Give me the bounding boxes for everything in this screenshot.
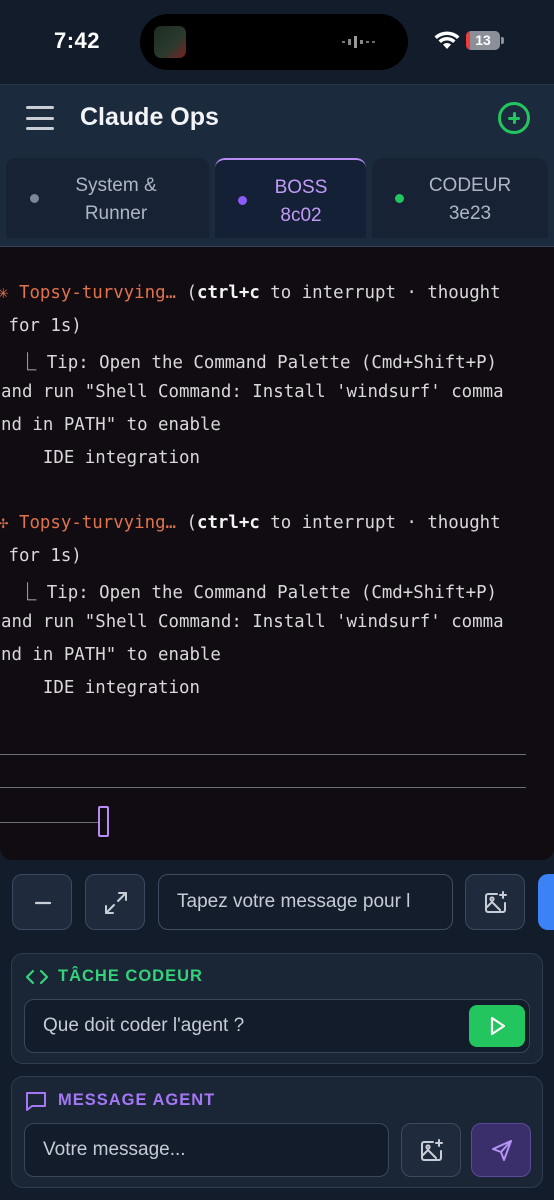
tab-label: CODEUR 3e23 (428, 175, 512, 224)
hamburger-menu-icon[interactable] (26, 105, 54, 131)
tab-label: System & Runner (75, 175, 157, 224)
run-coder-task-button[interactable] (469, 1005, 525, 1047)
image-add-icon (421, 1139, 443, 1161)
clock: 7:42 (54, 28, 101, 53)
expand-button[interactable] (85, 874, 145, 930)
status-text: Topsy-turvying… (18, 283, 177, 303)
coder-task-title: TÂCHE CODEUR (58, 967, 203, 985)
terminal-line: and run "Shell Command: Install 'windsur… (1, 612, 504, 632)
battery-cap (501, 37, 504, 44)
code-brackets-icon (25, 969, 49, 985)
coder-task-input[interactable] (24, 999, 530, 1053)
battery-indicator: 13 (466, 31, 500, 50)
message-input[interactable] (158, 874, 453, 930)
terminal-line: nd in PATH" to enable (1, 415, 221, 435)
status-bar: 7:42 13 (0, 0, 554, 84)
wifi-icon (434, 31, 460, 49)
tab-status-dot (30, 194, 39, 203)
image-add-icon (485, 891, 507, 913)
terminal-line: IDE integration (1, 678, 200, 698)
terminal-line: ⎿ Tip: Open the Command Palette (Cmd+Shi… (0, 583, 498, 603)
tab-status-dot (395, 194, 404, 203)
status-text: Topsy-turvying… (18, 513, 177, 533)
terminal-line: for 1s) (0, 316, 82, 336)
terminal-input-bar (0, 860, 554, 944)
play-icon (490, 1016, 506, 1036)
shortcut-key: ctrl+c (196, 283, 260, 303)
minus-icon (34, 901, 52, 905)
chat-bubble-icon (26, 1092, 46, 1111)
spinner-glyph: ✢ (0, 513, 8, 533)
plus-circle-icon[interactable] (498, 102, 530, 134)
battery-percentage: 13 (475, 32, 491, 48)
spinner-glyph: ✳ (0, 283, 8, 303)
terminal-status-line: ✳ Topsy-turvying… (ctrl+c to interrupt ·… (0, 283, 501, 303)
prompt-divider (0, 754, 526, 755)
coder-task-panel: TÂCHE CODEUR (11, 953, 543, 1064)
now-playing-artwork (154, 26, 186, 58)
dynamic-island (140, 14, 408, 70)
terminal-line: and run "Shell Command: Install 'windsur… (1, 382, 504, 402)
audio-waveform-icon (342, 36, 375, 48)
tab-boss[interactable]: BOSS 8c02 (215, 158, 366, 238)
terminal-line: ⎿ Tip: Open the Command Palette (Cmd+Shi… (0, 353, 498, 373)
terminal-output[interactable]: ✳ Topsy-turvying… (ctrl+c to interrupt ·… (0, 246, 554, 860)
prompt-divider (0, 787, 526, 788)
send-paper-plane-icon (492, 1140, 512, 1161)
session-tabs: System & Runner BOSS 8c02 CODEUR 3e23 (0, 150, 554, 246)
send-button[interactable] (538, 874, 554, 930)
attach-image-button[interactable] (465, 874, 525, 930)
agent-send-button[interactable] (471, 1123, 531, 1177)
shortcut-key: ctrl+c (196, 513, 260, 533)
expand-arrows-icon (105, 892, 127, 914)
terminal-cursor (98, 806, 109, 837)
terminal-line: for 1s) (0, 546, 82, 566)
app-header: Claude Ops (0, 84, 554, 150)
tab-codeur[interactable]: CODEUR 3e23 (372, 158, 548, 238)
app-title: Claude Ops (80, 103, 219, 131)
tab-label: BOSS 8c02 (274, 177, 328, 226)
terminal-line: IDE integration (1, 448, 200, 468)
prompt-divider (0, 822, 98, 823)
terminal-status-line: ✢ Topsy-turvying… (ctrl+c to interrupt ·… (0, 513, 501, 533)
agent-message-panel: MESSAGE AGENT (11, 1076, 543, 1188)
terminal-line: nd in PATH" to enable (1, 645, 221, 665)
agent-message-input[interactable] (24, 1123, 389, 1177)
tab-system-runner[interactable]: System & Runner (6, 158, 209, 238)
tab-status-dot (238, 196, 247, 205)
minimize-button[interactable] (12, 874, 72, 930)
agent-attach-image-button[interactable] (401, 1123, 461, 1177)
agent-message-title: MESSAGE AGENT (58, 1091, 216, 1109)
